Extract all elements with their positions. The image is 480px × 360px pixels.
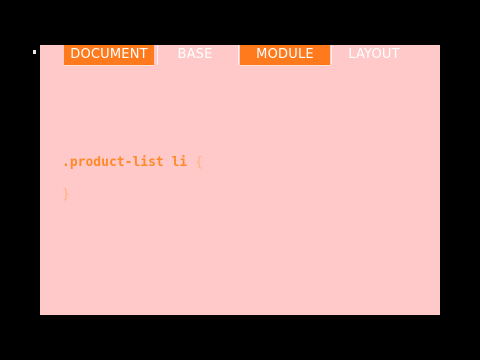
tab-layout[interactable]: LAYOUT bbox=[336, 45, 412, 65]
tab-divider bbox=[331, 45, 332, 65]
open-brace: { bbox=[195, 155, 203, 170]
close-brace: } bbox=[62, 187, 70, 202]
tab-module[interactable]: MODULE bbox=[240, 45, 330, 66]
slide-panel bbox=[40, 45, 440, 315]
tab-document[interactable]: DOCUMENT bbox=[64, 45, 154, 66]
css-selector: .product-list li bbox=[62, 155, 188, 170]
tab-base[interactable]: BASE bbox=[164, 45, 226, 65]
code-line-selector: .product-list li { bbox=[62, 155, 203, 170]
tab-divider bbox=[238, 45, 239, 65]
tab-bar: DOCUMENT BASE MODULE LAYOUT bbox=[40, 45, 440, 66]
corner-marker bbox=[33, 50, 36, 54]
video-frame: DOCUMENT BASE MODULE LAYOUT .product-lis… bbox=[0, 0, 480, 360]
tab-divider bbox=[157, 45, 158, 65]
code-line-close: } bbox=[62, 187, 70, 202]
